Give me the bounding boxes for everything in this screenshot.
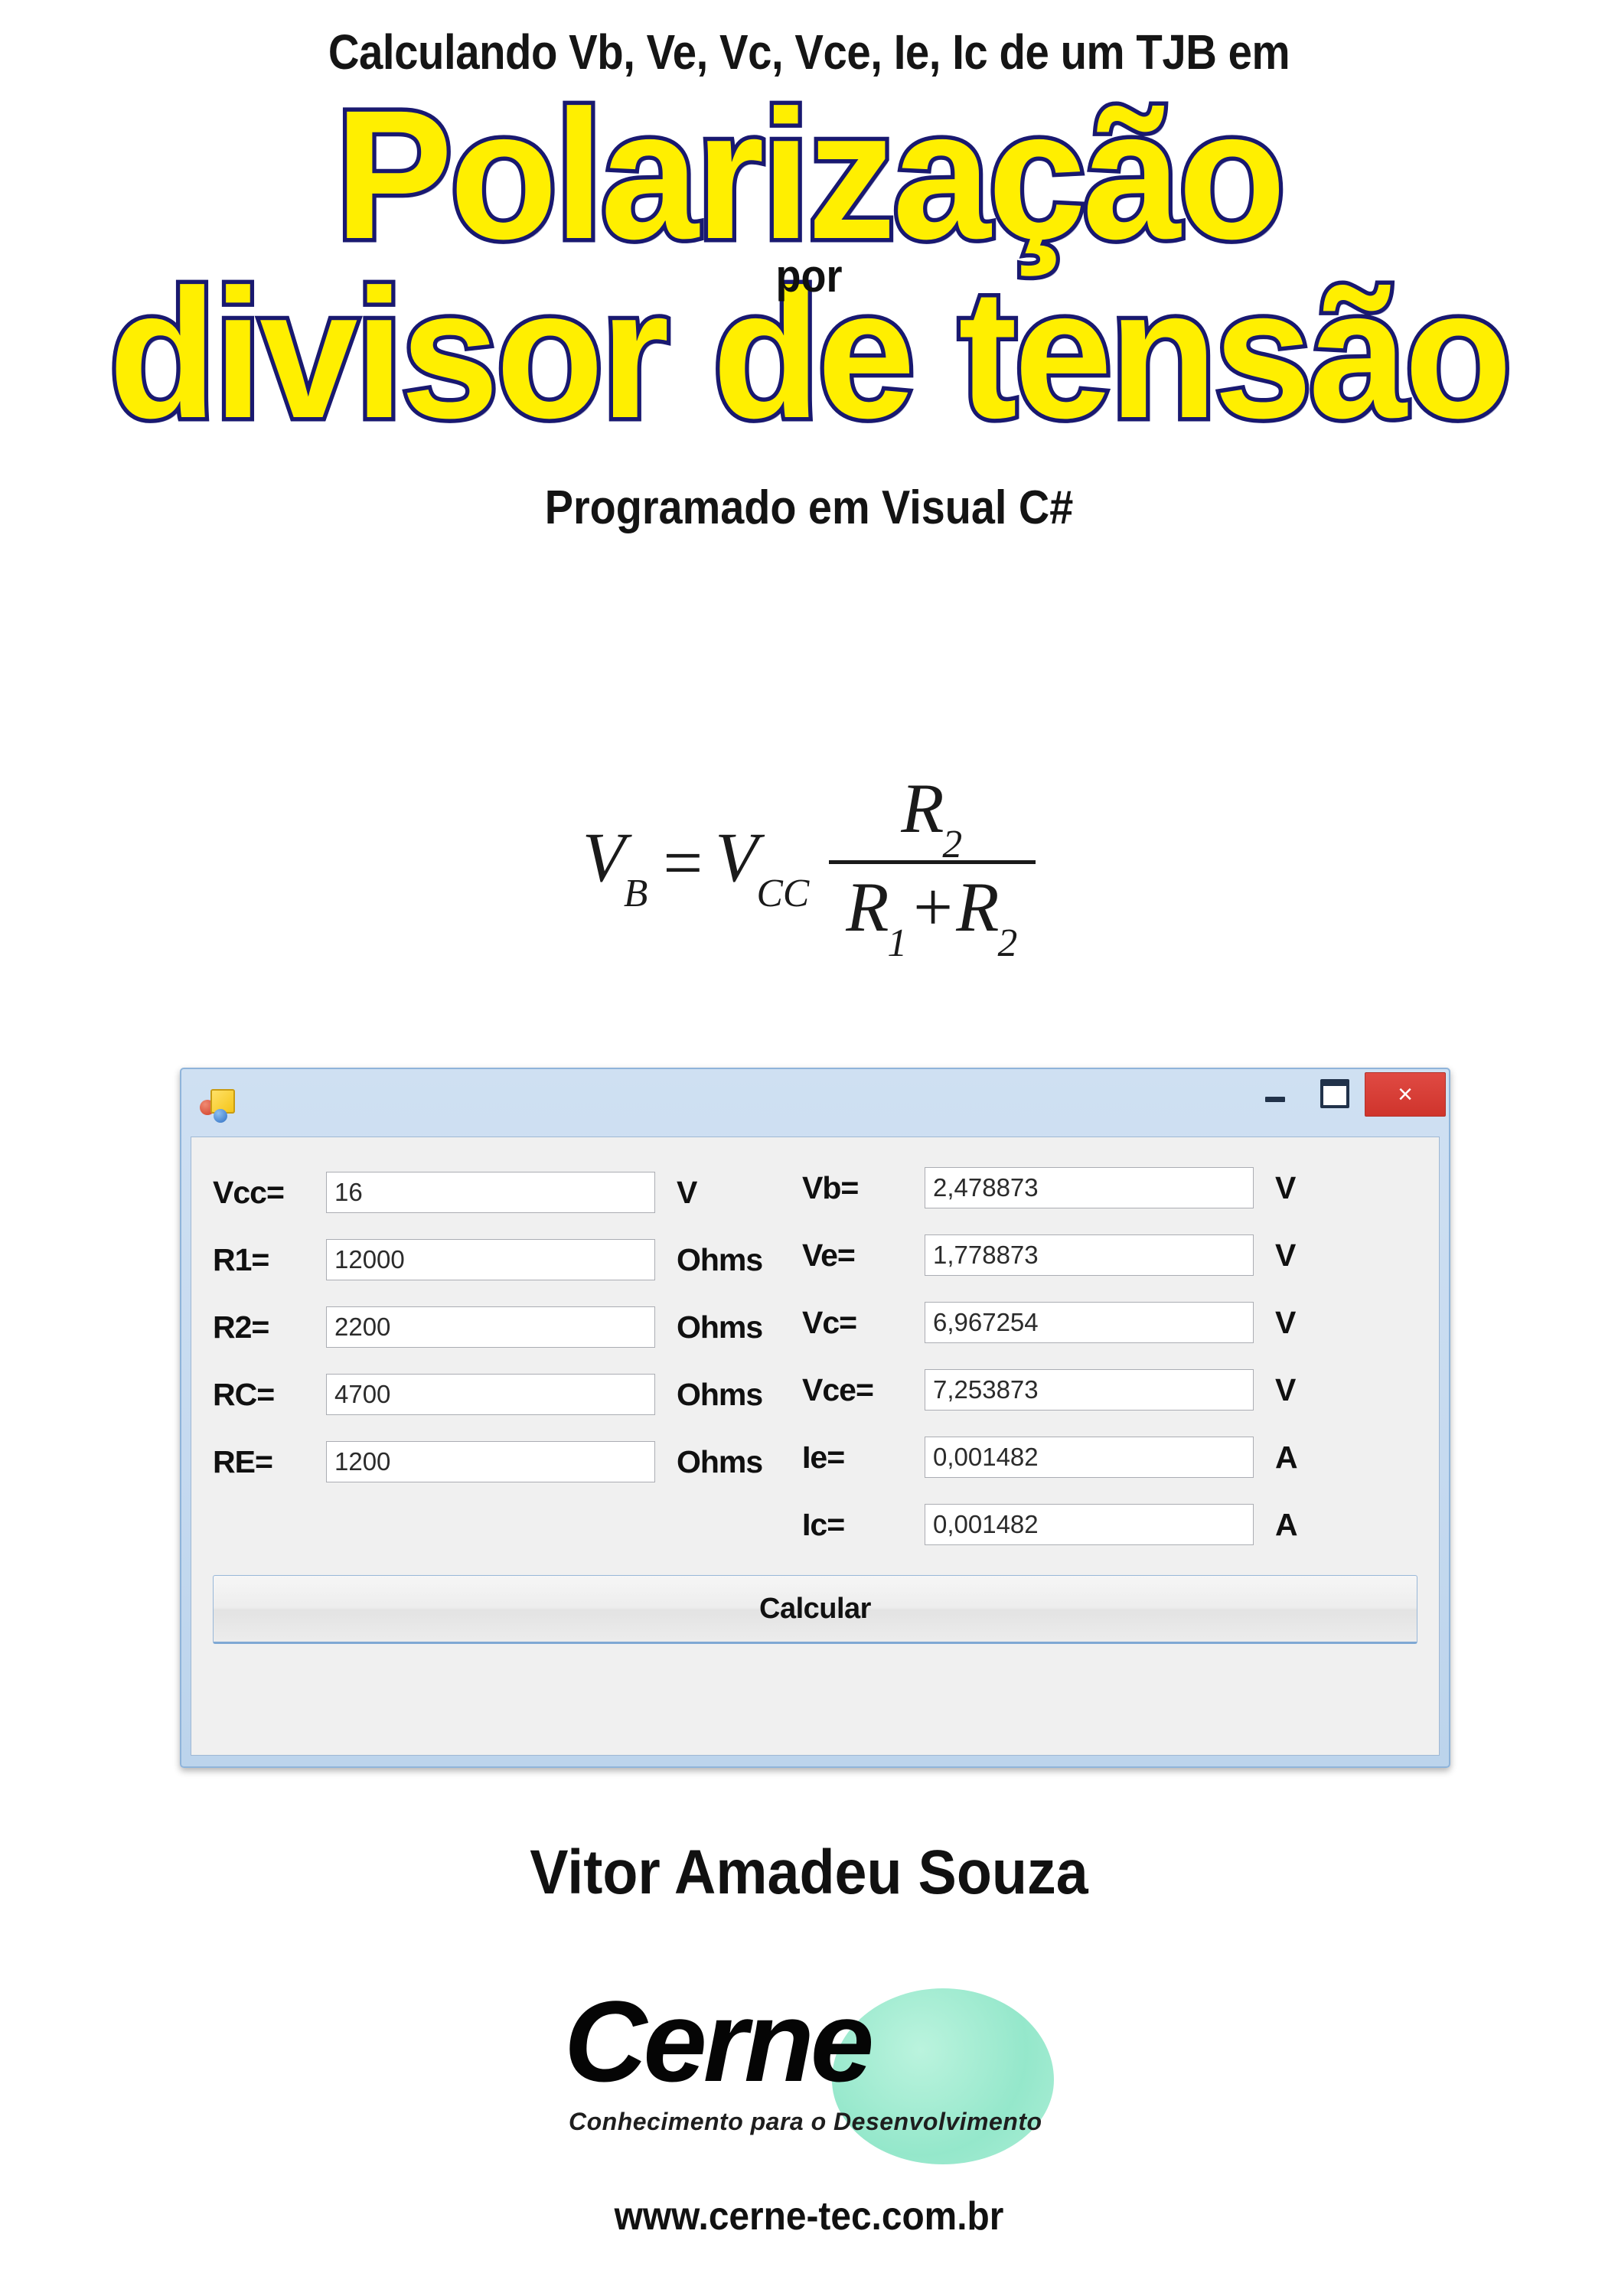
field-row-r2: R2= 2200 Ohms (213, 1293, 794, 1361)
calculate-button[interactable]: Calcular (213, 1575, 1417, 1644)
logo-wordmark: Cerne (564, 1977, 874, 2105)
output-ve[interactable]: 1,778873 (925, 1234, 1254, 1276)
cover-kicker: Calculando Vb, Ve, Vc, Vce, Ie, Ic de um… (328, 24, 1290, 80)
field-row-vb: Vb= 2,478873 V (802, 1154, 1417, 1221)
field-row-r1: R1= 12000 Ohms (213, 1226, 794, 1293)
output-ic[interactable]: 0,001482 (925, 1504, 1254, 1545)
output-ie[interactable]: 0,001482 (925, 1437, 1254, 1478)
application-icon (200, 1086, 238, 1124)
label-vcc: Vcc= (213, 1174, 285, 1210)
form-columns: Vcc= 16 V R1= 12000 Ohms R2= 2200 Ohms R… (213, 1154, 1417, 1558)
input-r1[interactable]: 12000 (326, 1239, 655, 1280)
unit-rc: Ohms (677, 1376, 763, 1412)
field-row-rc: RC= 4700 Ohms (213, 1361, 794, 1428)
field-row-re: RE= 1200 Ohms (213, 1428, 794, 1495)
field-row-ve: Ve= 1,778873 V (802, 1221, 1417, 1289)
unit-vcc: V (677, 1174, 697, 1210)
formula-fraction: R2 R1+R2 (829, 769, 1036, 965)
label-ic: Ic= (802, 1506, 845, 1542)
formula-lhs: VB (582, 818, 648, 916)
label-r2: R2= (213, 1309, 269, 1345)
formula-denominator: R1+R2 (846, 867, 1018, 965)
label-ie: Ie= (802, 1439, 845, 1475)
window-client-area: Vcc= 16 V R1= 12000 Ohms R2= 2200 Ohms R… (191, 1137, 1440, 1756)
input-column: Vcc= 16 V R1= 12000 Ohms R2= 2200 Ohms R… (213, 1154, 794, 1495)
unit-ve: V (1275, 1237, 1296, 1273)
label-re: RE= (213, 1443, 273, 1479)
unit-r1: Ohms (677, 1241, 763, 1277)
close-button[interactable]: × (1365, 1072, 1446, 1117)
output-column: Vb= 2,478873 V Ve= 1,778873 V Vc= 6,9672… (794, 1154, 1417, 1558)
maximize-icon (1320, 1079, 1349, 1108)
output-vc[interactable]: 6,967254 (925, 1302, 1254, 1343)
label-vce: Vce= (802, 1371, 874, 1407)
cover-title-block: Polarização por divisor de tensão (0, 72, 1618, 450)
field-row-ic: Ic= 0,001482 A (802, 1491, 1417, 1558)
unit-ic: A (1275, 1506, 1298, 1542)
label-r1: R1= (213, 1241, 269, 1277)
field-row-vce: Vce= 7,253873 V (802, 1356, 1417, 1424)
maximize-button[interactable] (1305, 1072, 1365, 1115)
field-row-vc: Vc= 6,967254 V (802, 1289, 1417, 1356)
window-controls: × (1245, 1072, 1446, 1117)
unit-vce: V (1275, 1371, 1296, 1407)
formula-numerator: R2 (901, 769, 963, 866)
unit-re: Ohms (677, 1443, 763, 1479)
window-titlebar[interactable]: × (181, 1069, 1449, 1140)
input-vcc[interactable]: 16 (326, 1172, 655, 1213)
cover-subtitle: Programado em Visual C# (544, 481, 1074, 534)
input-r2[interactable]: 2200 (326, 1306, 655, 1348)
label-rc: RC= (213, 1376, 275, 1412)
formula-rhs: VCC (715, 818, 810, 916)
unit-ie: A (1275, 1439, 1298, 1475)
input-re[interactable]: 1200 (326, 1441, 655, 1482)
formula-equation: VB = VCC R2 R1+R2 (0, 769, 1618, 965)
minimize-icon (1265, 1096, 1285, 1102)
input-rc[interactable]: 4700 (326, 1374, 655, 1415)
label-vc: Vc= (802, 1304, 857, 1340)
label-vb: Vb= (802, 1169, 859, 1205)
field-row-vcc: Vcc= 16 V (213, 1159, 794, 1226)
label-ve: Ve= (802, 1237, 856, 1273)
output-vb[interactable]: 2,478873 (925, 1167, 1254, 1208)
cover-title-overlay-por: por (775, 250, 843, 302)
unit-r2: Ohms (677, 1309, 763, 1345)
cover-title-line1: Polarização (331, 72, 1290, 277)
cover-header: Calculando Vb, Ve, Vc, Vce, Ie, Ic de um… (0, 0, 1618, 535)
unit-vb: V (1275, 1169, 1296, 1205)
output-vce[interactable]: 7,253873 (925, 1369, 1254, 1411)
unit-vc: V (1275, 1304, 1296, 1340)
formula-equals: = (663, 823, 703, 902)
author-name: Vitor Amadeu Souza (530, 1838, 1088, 1907)
minimize-button[interactable] (1245, 1072, 1305, 1115)
logo-tagline: Conhecimento para o Desenvolvimento (569, 2108, 1042, 2135)
website-url: www.cerne-tec.com.br (614, 2194, 1004, 2239)
field-row-ie: Ie= 0,001482 A (802, 1424, 1417, 1491)
icon-blue-circle (214, 1109, 227, 1123)
application-window: × Vcc= 16 V R1= 12000 Ohms R2= 2200 Ohms… (180, 1068, 1450, 1768)
publisher-logo: Cerne Conhecimento para o Desenvolviment… (0, 1982, 1618, 2185)
